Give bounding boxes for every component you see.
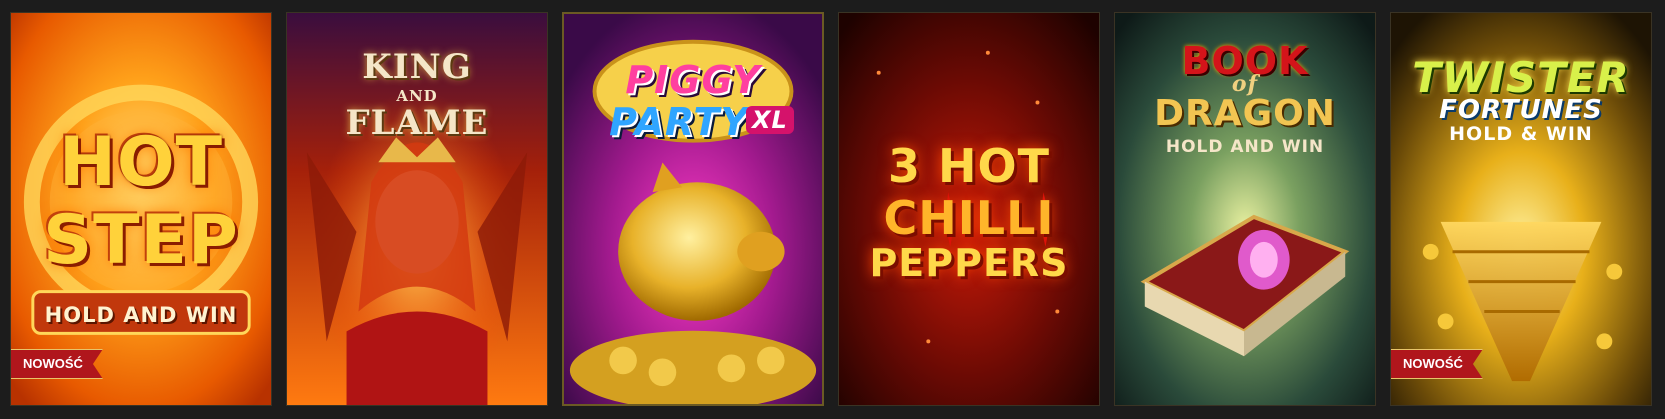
game-title-line: 3 HOT — [887, 139, 1050, 193]
games-row: HOT STEP HOLD AND WIN NOWOŚĆ KING AND FL… — [0, 0, 1665, 419]
game-title-line: FORTUNES — [1439, 95, 1603, 125]
game-title-badge-xl: XL — [746, 106, 794, 134]
game-title-line: PIGGY — [625, 58, 761, 102]
game-subtitle: HOLD & WIN — [1449, 123, 1593, 145]
game-tile-book-of-dragon[interactable]: BOOK of DRAGON HOLD AND WIN — [1114, 12, 1376, 406]
game-title-line: CHILLI — [883, 191, 1055, 245]
new-badge: NOWOŚĆ — [1391, 349, 1483, 379]
game-title-line: STEP — [43, 201, 239, 280]
game-tile-3-hot-chilli-peppers[interactable]: 3 HOT CHILLI PEPPERS — [838, 12, 1100, 406]
game-tile-king-and-flame[interactable]: KING AND FLAME — [286, 12, 548, 406]
game-title-line: KING — [362, 47, 472, 87]
new-badge: NOWOŚĆ — [11, 349, 103, 379]
game-title-line: FLAME — [345, 103, 489, 143]
game-tile-piggy-party-xl[interactable]: PIGGY PARTY XL — [562, 12, 824, 406]
game-title-line: DRAGON — [1154, 93, 1336, 134]
game-subtitle: HOLD AND WIN — [1165, 137, 1325, 157]
game-title-line: HOT — [58, 123, 224, 202]
game-subtitle: HOLD AND WIN — [44, 303, 238, 327]
game-title-line: PEPPERS — [869, 241, 1069, 285]
game-tile-hot-step[interactable]: HOT STEP HOLD AND WIN NOWOŚĆ — [10, 12, 272, 406]
game-tile-twister-fortunes[interactable]: TWISTER FORTUNES HOLD & WIN NOWOŚĆ — [1390, 12, 1652, 406]
